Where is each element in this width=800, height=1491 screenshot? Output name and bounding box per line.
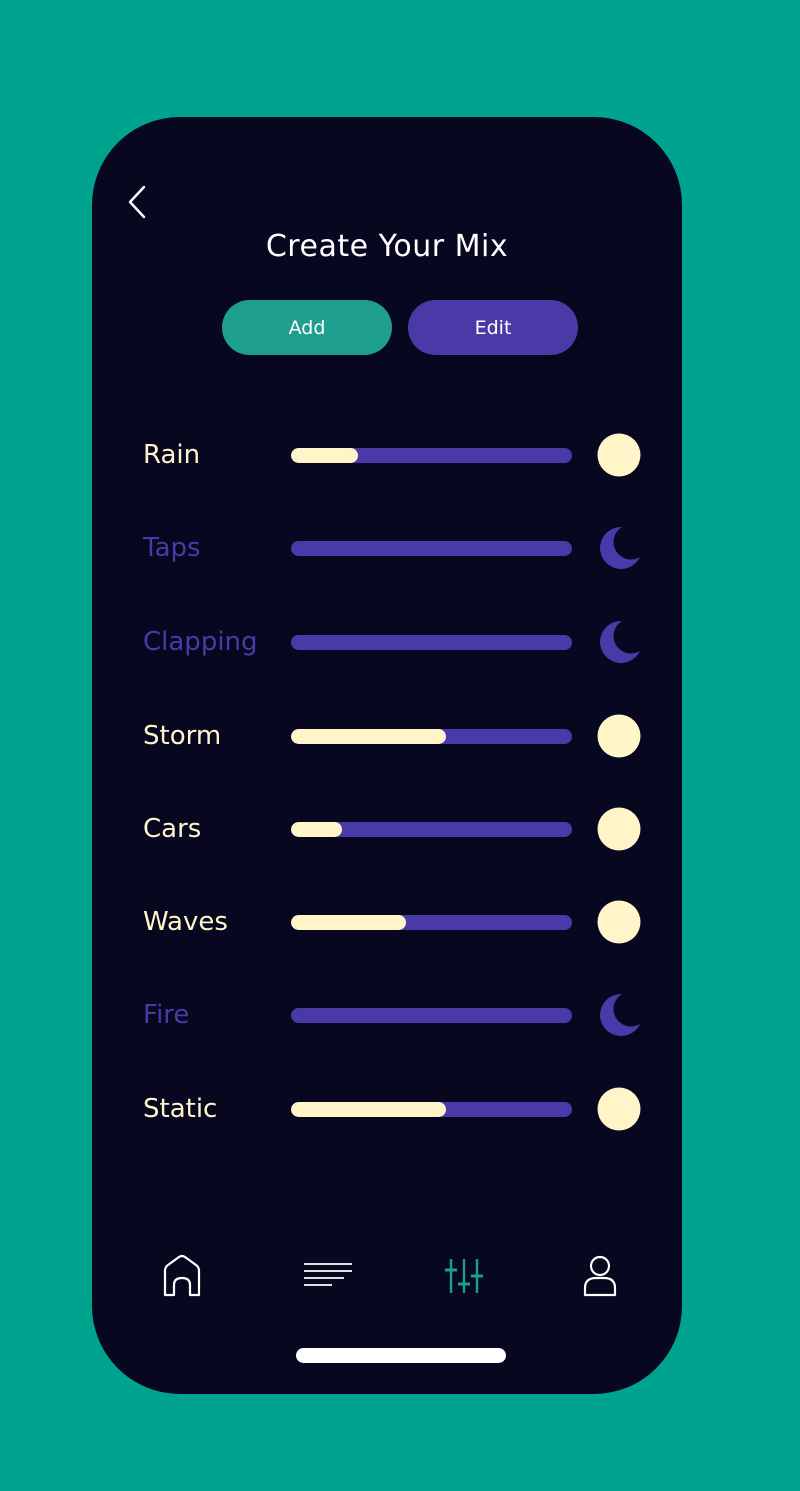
sound-toggle[interactable] [597, 433, 641, 477]
profile-icon [583, 1255, 617, 1297]
mix-row-label: Cars [143, 814, 202, 844]
mix-row-label: Waves [143, 907, 228, 937]
mix-row-label: Fire [143, 1000, 190, 1030]
volume-slider[interactable] [291, 915, 572, 930]
volume-slider[interactable] [291, 822, 572, 837]
sound-toggle[interactable] [597, 620, 641, 664]
moon-icon [600, 993, 640, 1036]
volume-slider[interactable] [291, 541, 572, 556]
sound-toggle[interactable] [597, 714, 641, 758]
mix-row-label: Storm [143, 721, 222, 751]
tab-mixer[interactable] [442, 1253, 486, 1299]
tab-list[interactable] [302, 1253, 354, 1299]
volume-slider-fill [291, 1102, 446, 1117]
volume-slider[interactable] [291, 635, 572, 650]
tab-home[interactable] [160, 1253, 204, 1299]
sound-toggle[interactable] [597, 526, 641, 570]
mix-row-static: Static [92, 1079, 682, 1139]
back-button[interactable] [126, 185, 150, 219]
tab-bar [92, 1253, 682, 1303]
sun-icon [597, 807, 641, 851]
volume-slider[interactable] [291, 1102, 572, 1117]
volume-slider[interactable] [291, 729, 572, 744]
phone-screen: Create Your Mix Add Edit Rain Taps Clapp… [92, 117, 682, 1394]
volume-slider-fill [291, 448, 359, 463]
mix-row-label: Clapping [143, 627, 258, 657]
volume-slider-fill [291, 822, 342, 837]
list-icon [304, 1263, 352, 1286]
sun-icon [597, 433, 641, 477]
sound-toggle[interactable] [597, 807, 641, 851]
add-button[interactable]: Add [222, 300, 392, 355]
mix-row-rain: Rain [92, 425, 682, 485]
volume-slider[interactable] [291, 1008, 572, 1023]
mix-row-cars: Cars [92, 799, 682, 859]
chevron-left-icon [128, 185, 146, 219]
sliders-icon [445, 1259, 483, 1293]
mix-row-taps: Taps [92, 518, 682, 578]
sun-icon [597, 714, 641, 758]
home-icon [163, 1254, 201, 1297]
sound-toggle[interactable] [597, 900, 641, 944]
volume-slider[interactable] [291, 448, 572, 463]
volume-slider-fill [291, 915, 407, 930]
mix-row-label: Rain [143, 440, 201, 470]
mix-row-label: Taps [143, 533, 201, 563]
home-indicator [296, 1348, 506, 1363]
moon-icon [600, 620, 640, 663]
page-title: Create Your Mix [265, 229, 509, 264]
mix-row-waves: Waves [92, 892, 682, 952]
sound-toggle[interactable] [597, 1087, 641, 1131]
mix-row-storm: Storm [92, 706, 682, 766]
sun-icon [597, 1087, 641, 1131]
tab-profile[interactable] [578, 1253, 622, 1299]
edit-button[interactable]: Edit [408, 300, 578, 355]
moon-icon [600, 526, 640, 569]
mix-row-fire: Fire [92, 985, 682, 1045]
mix-row-clapping: Clapping [92, 612, 682, 672]
sound-toggle[interactable] [597, 993, 641, 1037]
volume-slider-fill [291, 729, 446, 744]
mix-row-label: Static [143, 1094, 218, 1124]
sun-icon [597, 900, 641, 944]
